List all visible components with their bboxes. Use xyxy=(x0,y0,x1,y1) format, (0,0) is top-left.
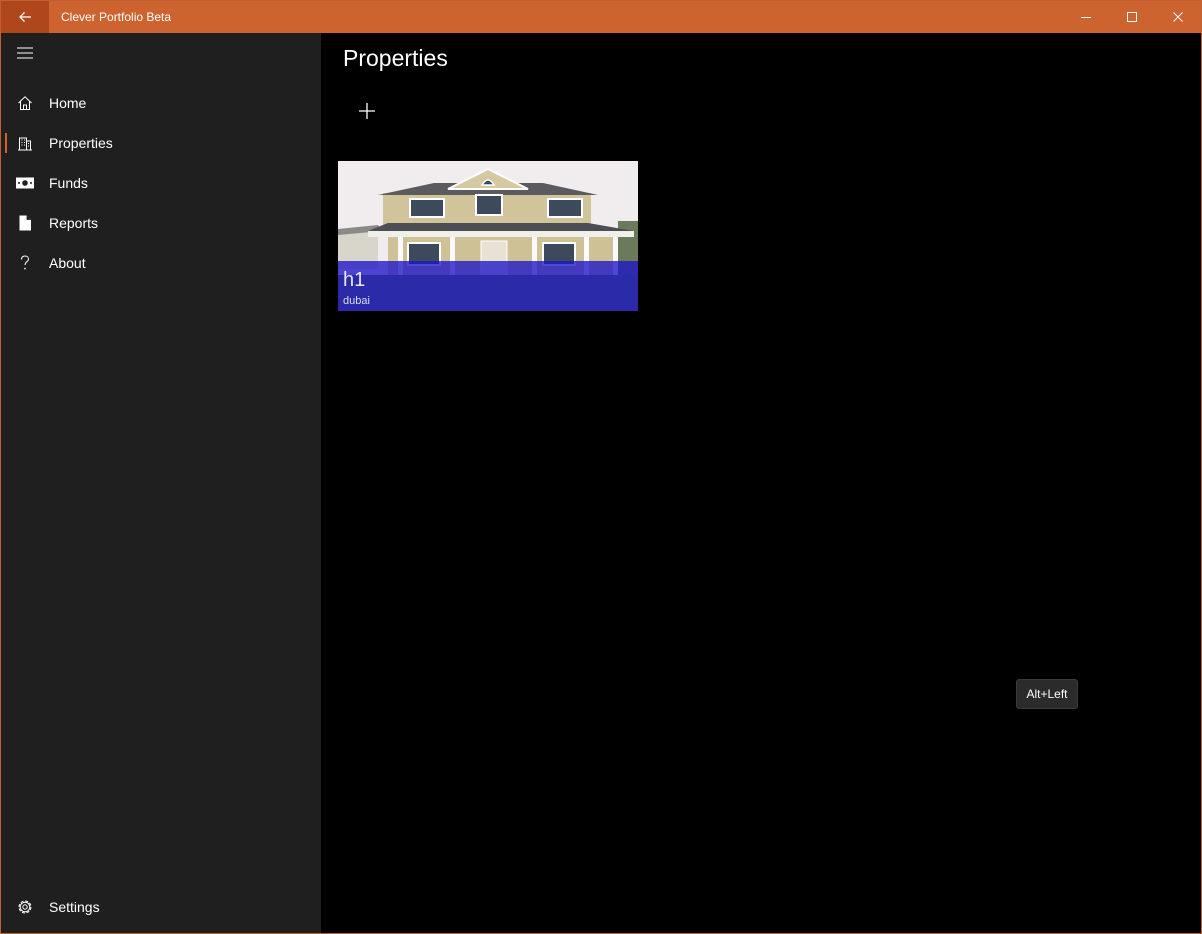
nav-label-about: About xyxy=(49,255,86,271)
nav-item-funds[interactable]: Funds xyxy=(1,163,321,203)
minimize-icon xyxy=(1081,17,1091,18)
main-content: Properties h1 dubai xyxy=(321,33,1201,933)
gear-icon xyxy=(1,887,49,927)
add-property-button[interactable] xyxy=(347,93,387,129)
hamburger-button[interactable] xyxy=(1,33,49,73)
maximize-icon xyxy=(1127,12,1137,22)
nav-pane: Home Properties Funds Reports About Sett… xyxy=(1,33,321,933)
card-caption-overlay xyxy=(338,261,638,311)
banknote-icon xyxy=(1,163,49,203)
property-name: h1 xyxy=(343,269,366,291)
nav-item-reports[interactable]: Reports xyxy=(1,203,321,243)
nav-item-about[interactable]: About xyxy=(1,243,321,283)
app-window: Clever Portfolio Beta Home Properties Fu… xyxy=(0,0,1202,934)
plus-icon xyxy=(359,103,375,119)
nav-item-settings[interactable]: Settings xyxy=(1,887,321,927)
minimize-button[interactable] xyxy=(1063,1,1109,33)
nav-label-reports: Reports xyxy=(49,215,99,231)
document-icon xyxy=(1,203,49,243)
close-button[interactable] xyxy=(1155,1,1201,33)
back-arrow-icon xyxy=(19,12,31,22)
close-icon xyxy=(1173,12,1183,22)
keyboard-shortcut-tooltip: Alt+Left xyxy=(1016,679,1078,709)
hamburger-icon xyxy=(17,47,33,59)
home-icon xyxy=(1,83,49,123)
maximize-button[interactable] xyxy=(1109,1,1155,33)
nav-item-properties[interactable]: Properties xyxy=(1,123,321,163)
building-icon xyxy=(1,123,49,163)
nav-label-properties: Properties xyxy=(49,135,113,151)
question-icon xyxy=(1,243,49,283)
property-card[interactable]: h1 dubai xyxy=(338,161,638,311)
app-title: Clever Portfolio Beta xyxy=(61,10,172,24)
title-bar: Clever Portfolio Beta xyxy=(1,1,1201,33)
back-button[interactable] xyxy=(1,1,49,33)
nav-label-funds: Funds xyxy=(49,175,88,191)
property-location: dubai xyxy=(343,295,370,307)
page-title: Properties xyxy=(343,45,448,71)
nav-label-settings: Settings xyxy=(49,899,100,915)
nav-label-home: Home xyxy=(49,95,87,111)
nav-item-home[interactable]: Home xyxy=(1,83,321,123)
